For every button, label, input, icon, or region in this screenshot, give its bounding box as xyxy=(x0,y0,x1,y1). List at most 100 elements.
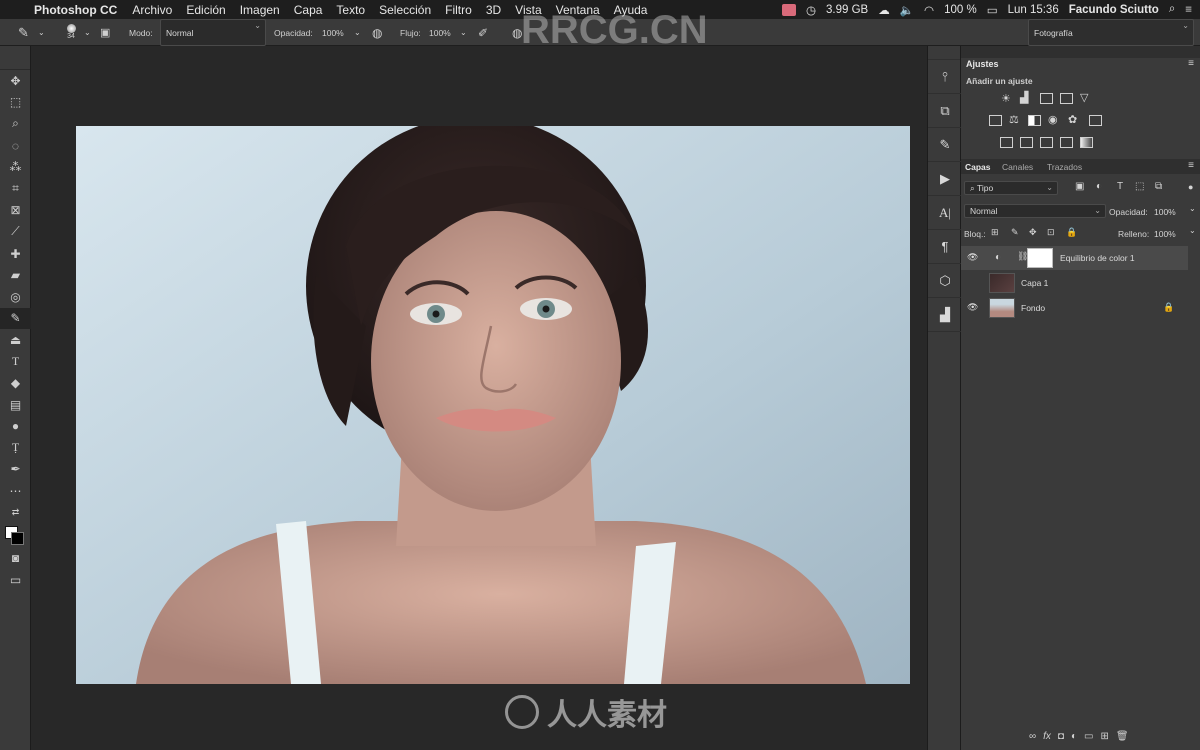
spot-healing-tool-icon[interactable]: ▰ xyxy=(0,264,31,286)
notification-center-icon[interactable]: ≡ xyxy=(1185,4,1192,16)
character-icon[interactable]: A| xyxy=(928,196,962,230)
menu-capa[interactable]: Capa xyxy=(294,3,323,17)
gradient-map-icon[interactable] xyxy=(1080,137,1093,148)
chevron-down-icon[interactable]: ⌄ xyxy=(38,19,45,46)
battery-icon[interactable]: ▭ xyxy=(987,3,998,17)
lock-transparent-icon[interactable]: ⊞ xyxy=(991,227,999,238)
eraser-tool-icon[interactable]: ◆ xyxy=(0,372,31,394)
vertical-type-tool-icon[interactable]: Ṭ xyxy=(0,437,31,459)
background-color-swatch[interactable] xyxy=(11,532,24,546)
filter-adjustment-icon[interactable]: ◐ xyxy=(1096,181,1102,192)
exposure-icon[interactable] xyxy=(1060,93,1073,104)
blur-tool-icon[interactable]: ● xyxy=(0,416,31,438)
lock-position-icon[interactable]: ✥ xyxy=(1029,227,1037,238)
selective-color-icon[interactable] xyxy=(1060,137,1073,148)
adjustments-title[interactable]: Ajustes xyxy=(966,59,999,69)
menu-archivo[interactable]: Archivo xyxy=(132,3,172,17)
layer-row-color-balance[interactable]: 👁 ◐ ⛓ Equilibrio de color 1 xyxy=(961,246,1188,270)
pressure-size-icon[interactable]: ◍ xyxy=(512,19,522,46)
color-balance-icon[interactable]: ⚖ xyxy=(1009,113,1019,126)
healing-brush-tool-icon[interactable]: ✚ xyxy=(0,243,31,265)
panel-menu-icon[interactable]: ≡ xyxy=(1188,58,1194,69)
black-white-icon[interactable] xyxy=(1028,115,1041,126)
invert-icon[interactable] xyxy=(1000,137,1013,148)
panel-menu-icon[interactable]: ≡ xyxy=(1188,160,1194,171)
menu-seleccion[interactable]: Selección xyxy=(379,3,431,17)
brightness-contrast-icon[interactable]: ☀ xyxy=(1001,92,1011,105)
menu-edicion[interactable]: Edición xyxy=(186,3,225,17)
new-layer-icon[interactable]: ⊞ xyxy=(1100,731,1108,742)
quick-mask-icon[interactable]: ◙ xyxy=(0,547,31,569)
patch-tool-icon[interactable]: ◎ xyxy=(0,286,31,308)
history-brush-icon[interactable]: ⫯ xyxy=(928,60,962,94)
filter-shape-icon[interactable]: ⬚ xyxy=(1135,181,1144,192)
visibility-eye-icon[interactable]: 👁 xyxy=(967,252,978,263)
flow-value[interactable]: 100% xyxy=(429,19,451,46)
menu-vista[interactable]: Vista xyxy=(515,3,541,17)
memory-icon[interactable]: ◷ xyxy=(806,3,816,17)
move-tool-icon[interactable]: ✥ xyxy=(0,70,31,92)
lock-artboard-icon[interactable]: ⊡ xyxy=(1047,227,1055,238)
workspace-select[interactable]: Fotografía ⌄ xyxy=(1028,19,1194,46)
crop-tool-icon[interactable]: ⌗ xyxy=(0,178,31,200)
frame-tool-icon[interactable]: ⊠ xyxy=(0,200,31,222)
add-mask-icon[interactable]: ◘ xyxy=(1058,731,1064,742)
photo-filter-icon[interactable]: ◉ xyxy=(1048,113,1058,126)
delete-layer-trash-icon[interactable]: 🗑 xyxy=(1116,731,1129,742)
chevron-down-icon[interactable]: ⌄ xyxy=(1189,204,1196,213)
menu-texto[interactable]: Texto xyxy=(336,3,365,17)
brush-size-icon[interactable]: 34 xyxy=(62,19,80,46)
paragraph-icon[interactable]: ¶ xyxy=(928,230,962,264)
brush-tool-preset-icon[interactable]: ✎ xyxy=(18,19,29,46)
user-name[interactable]: Facundo Sciutto xyxy=(1069,4,1159,16)
menu-app-name[interactable]: Photoshop CC xyxy=(34,3,117,17)
blend-mode-select[interactable]: Normal ⌄ xyxy=(964,204,1106,218)
layer-row-fondo[interactable]: 👁 Fondo 🔒 xyxy=(961,296,1188,320)
pen-tool-icon[interactable]: ✒ xyxy=(0,459,31,481)
color-lookup-icon[interactable] xyxy=(1089,115,1102,126)
hue-saturation-icon[interactable] xyxy=(989,115,1002,126)
wifi-icon[interactable]: ◠ xyxy=(924,3,934,17)
battery-value[interactable]: 100 % xyxy=(944,4,977,16)
filter-smart-object-icon[interactable]: ⧉ xyxy=(1155,181,1162,192)
mode-select[interactable]: Normal ⌄ xyxy=(160,19,266,46)
spotlight-search-icon[interactable]: ⌕ xyxy=(1169,3,1175,16)
panel-grip[interactable] xyxy=(0,46,30,70)
histogram-icon[interactable]: ▟ xyxy=(928,298,962,332)
new-group-folder-icon[interactable]: ▭ xyxy=(1084,731,1093,742)
lock-all-icon[interactable]: 🔒 xyxy=(1066,227,1077,238)
layer-filter-select[interactable]: ⌕ Tipo ⌄ xyxy=(964,181,1058,195)
new-adjustment-icon[interactable]: ◐ xyxy=(1071,731,1077,742)
opacity-value[interactable]: 100% xyxy=(322,19,344,46)
chevron-down-icon[interactable]: ⌄ xyxy=(84,19,91,46)
creative-cloud-icon[interactable]: ☁ xyxy=(878,3,890,17)
more-tools-icon[interactable]: ⋯ xyxy=(0,480,31,502)
menu-filtro[interactable]: Filtro xyxy=(445,3,472,17)
menu-ventana[interactable]: Ventana xyxy=(556,3,600,17)
airbrush-icon[interactable]: ✐ xyxy=(478,19,488,46)
gradient-tool-icon[interactable]: ▤ xyxy=(0,394,31,416)
volume-icon[interactable]: 🔈 xyxy=(900,3,914,17)
filter-type-icon[interactable]: T xyxy=(1117,181,1123,192)
eyedropper-tool-icon[interactable]: ⟋ xyxy=(0,221,31,243)
actions-play-icon[interactable]: ▶ xyxy=(928,162,962,196)
layer-name[interactable]: Fondo xyxy=(1021,303,1045,313)
layer-mask-thumbnail[interactable] xyxy=(1027,248,1053,268)
tab-trazados[interactable]: Trazados xyxy=(1047,162,1082,172)
curves-icon[interactable] xyxy=(1040,93,1053,104)
threshold-icon[interactable] xyxy=(1040,137,1053,148)
channel-mixer-icon[interactable]: ✿ xyxy=(1068,113,1077,126)
visibility-eye-icon[interactable]: 👁 xyxy=(967,302,978,313)
lasso-tool-icon[interactable]: ◌ xyxy=(0,135,31,157)
filter-toggle-icon[interactable]: ● xyxy=(1188,182,1193,192)
screen-mode-icon[interactable]: ▭ xyxy=(0,569,31,591)
chevron-down-icon[interactable]: ⌄ xyxy=(1189,226,1196,235)
memory-value[interactable]: 3.99 GB xyxy=(826,4,868,16)
posterize-icon[interactable] xyxy=(1020,137,1033,148)
menu-imagen[interactable]: Imagen xyxy=(240,3,280,17)
layer-opacity-value[interactable]: 100% xyxy=(1154,207,1176,217)
canvas-photo[interactable] xyxy=(76,126,910,684)
color-swatch-icon[interactable] xyxy=(781,3,796,16)
zoom-tool-icon[interactable]: ⌕ xyxy=(0,113,31,135)
tab-capas[interactable]: Capas xyxy=(965,162,991,172)
